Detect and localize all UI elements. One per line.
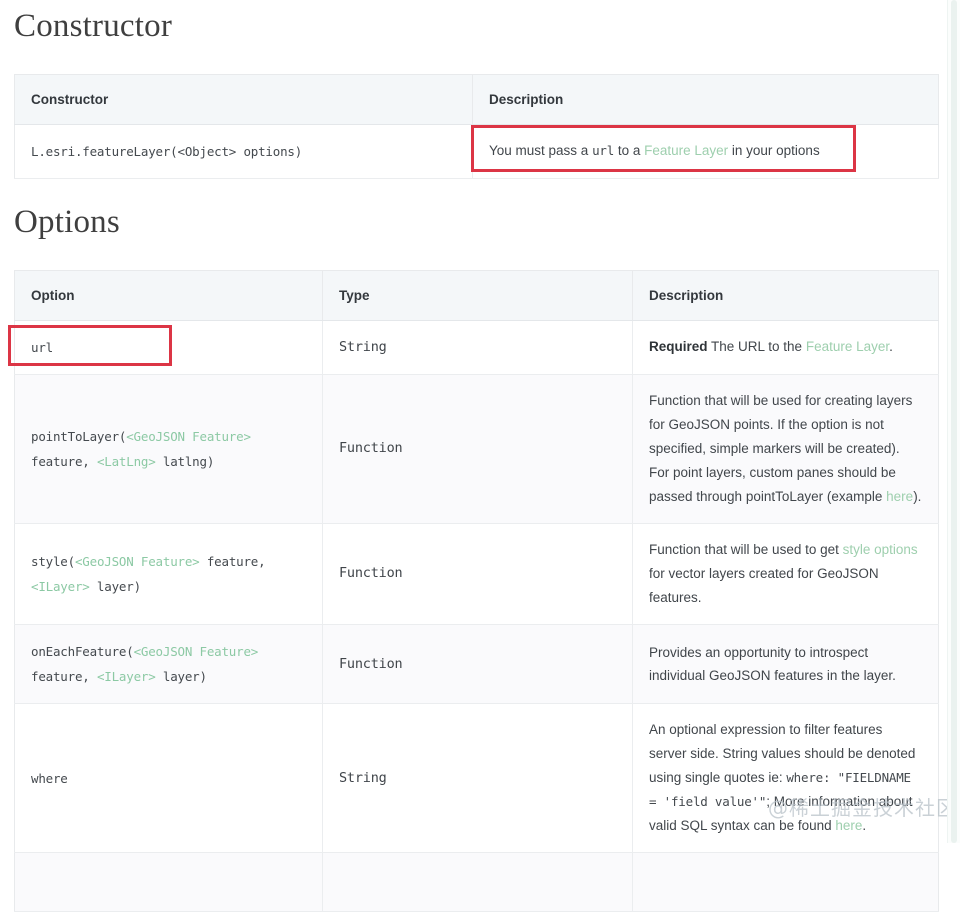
feature-layer-link[interactable]: Feature Layer: [644, 143, 728, 158]
table-row: [14, 852, 939, 912]
description-text: Function that will be used for creating …: [649, 393, 921, 504]
option-type-pointtolayer: Function: [322, 374, 633, 525]
table-header-row: Option Type Description: [14, 270, 939, 321]
option-name-where: where: [31, 770, 68, 786]
required-badge: Required: [649, 339, 708, 355]
column-header-option: Option: [14, 270, 323, 321]
column-header-description: Description: [472, 74, 939, 125]
option-description-style: Function that will be used to get style …: [632, 523, 939, 626]
signature-type-geojson-feature: <GeoJSON Feature>: [74, 554, 200, 570]
description-text: Required The URL to the Feature Layer.: [649, 339, 893, 354]
page-title-constructor: Constructor: [14, 8, 173, 44]
signature-name: onEachFeature(: [31, 644, 134, 660]
signature-type-ilayer: <ILayer>: [96, 669, 156, 685]
scrollbar-thumb[interactable]: [951, 0, 957, 843]
options-url-option-cell: url: [14, 320, 323, 375]
signature-name: pointToLayer(: [31, 429, 127, 445]
feature-layer-link[interactable]: Feature Layer: [806, 339, 889, 354]
signature-param-layer: layer): [89, 579, 141, 595]
options-where-option-cell: where: [14, 703, 323, 854]
signature-param-feature: feature,: [199, 554, 266, 570]
option-type-url: String: [322, 320, 633, 375]
option-type-style: Function: [322, 523, 633, 626]
here-link[interactable]: here: [835, 818, 862, 833]
description-text-mid: to a: [614, 143, 645, 159]
description-text-pre: Function that will be used to get: [649, 542, 843, 558]
signature-type-latlng: <LatLng>: [96, 454, 156, 470]
options-next-option-cell: [14, 852, 323, 912]
signature-type-geojson-feature: <GeoJSON Feature>: [126, 429, 251, 445]
signature-param-feature: feature,: [31, 669, 97, 685]
description-text-post: .: [889, 339, 893, 355]
option-type-where: String: [322, 703, 633, 854]
option-description-pointtolayer: Function that will be used for creating …: [632, 374, 939, 525]
table-row: url String Required The URL to the Featu…: [14, 320, 939, 375]
scrollbar-track[interactable]: [947, 0, 960, 843]
table-row: style(<GeoJSON Feature> feature, <ILayer>…: [14, 523, 939, 626]
constructor-description-text: You must pass a url to a Feature Layer i…: [489, 143, 820, 158]
option-name-url: url: [31, 340, 53, 355]
description-text: An optional expression to filter feature…: [649, 722, 915, 833]
option-type-oneachfeature: Function: [322, 624, 633, 705]
description-text-post: for vector layers created for GeoJSON fe…: [649, 566, 879, 606]
documentation-page: Constructor Constructor Description L.es…: [0, 0, 956, 912]
description-text-post: in your options: [728, 143, 820, 159]
constructor-table: Constructor Description L.esri.featureLa…: [14, 74, 939, 179]
description-text-pre: You must pass a: [489, 143, 593, 159]
options-next-description-cell: [632, 852, 939, 912]
here-link[interactable]: here: [886, 489, 913, 504]
constructor-signature-code: L.esri.featureLayer(<Object> options): [31, 144, 303, 159]
option-description-where: An optional expression to filter feature…: [632, 703, 939, 854]
table-header-row: Constructor Description: [14, 74, 939, 125]
options-style-option-cell: style(<GeoJSON Feature> feature, <ILayer>…: [14, 523, 323, 626]
options-section-heading-wrap: Options: [14, 204, 120, 240]
options-table: Option Type Description url String Requi…: [14, 270, 939, 912]
description-text-pre: Function that will be used for creating …: [649, 393, 913, 505]
signature-param-feature: feature,: [31, 454, 97, 470]
option-signature-oneachfeature: onEachFeature(<GeoJSON Feature> feature, …: [31, 644, 258, 684]
table-row: L.esri.featureLayer(<Object> options) Yo…: [14, 124, 939, 179]
constructor-signature-cell: L.esri.featureLayer(<Object> options): [14, 124, 473, 179]
signature-param-latlng: latlng): [155, 454, 215, 470]
option-description-oneachfeature: Provides an opportunity to introspect in…: [632, 624, 939, 705]
description-text-pre: The URL to the: [707, 339, 806, 355]
page-title-options: Options: [14, 204, 120, 240]
option-description-url: Required The URL to the Feature Layer.: [632, 320, 939, 375]
column-header-description: Description: [632, 270, 939, 321]
signature-type-ilayer: <ILayer>: [31, 579, 90, 595]
constructor-section-heading-wrap: Constructor: [14, 8, 172, 44]
signature-name: style(: [31, 554, 75, 570]
description-text: Function that will be used to get style …: [649, 542, 918, 605]
table-row: onEachFeature(<GeoJSON Feature> feature, …: [14, 624, 939, 705]
column-header-type: Type: [322, 270, 633, 321]
option-signature-style: style(<GeoJSON Feature> feature, <ILayer>…: [31, 554, 266, 595]
options-pointtolayer-option-cell: pointToLayer(<GeoJSON Feature> feature, <…: [14, 374, 323, 525]
table-row: pointToLayer(<GeoJSON Feature> feature, <…: [14, 374, 939, 525]
constructor-description-cell: You must pass a url to a Feature Layer i…: [472, 124, 939, 179]
options-oneachfeature-option-cell: onEachFeature(<GeoJSON Feature> feature, …: [14, 624, 323, 705]
signature-param-layer: layer): [155, 669, 207, 685]
column-header-constructor: Constructor: [14, 74, 473, 125]
signature-type-geojson-feature: <GeoJSON Feature>: [133, 644, 259, 660]
option-signature-pointtolayer: pointToLayer(<GeoJSON Feature> feature, <…: [31, 429, 251, 469]
description-inline-code: url: [592, 143, 615, 159]
style-options-link[interactable]: style options: [843, 542, 918, 557]
description-text-post: ).: [913, 489, 922, 505]
description-text-tail: .: [862, 818, 867, 834]
table-row: where String An optional expression to f…: [14, 703, 939, 854]
options-next-type-cell: [322, 852, 633, 912]
